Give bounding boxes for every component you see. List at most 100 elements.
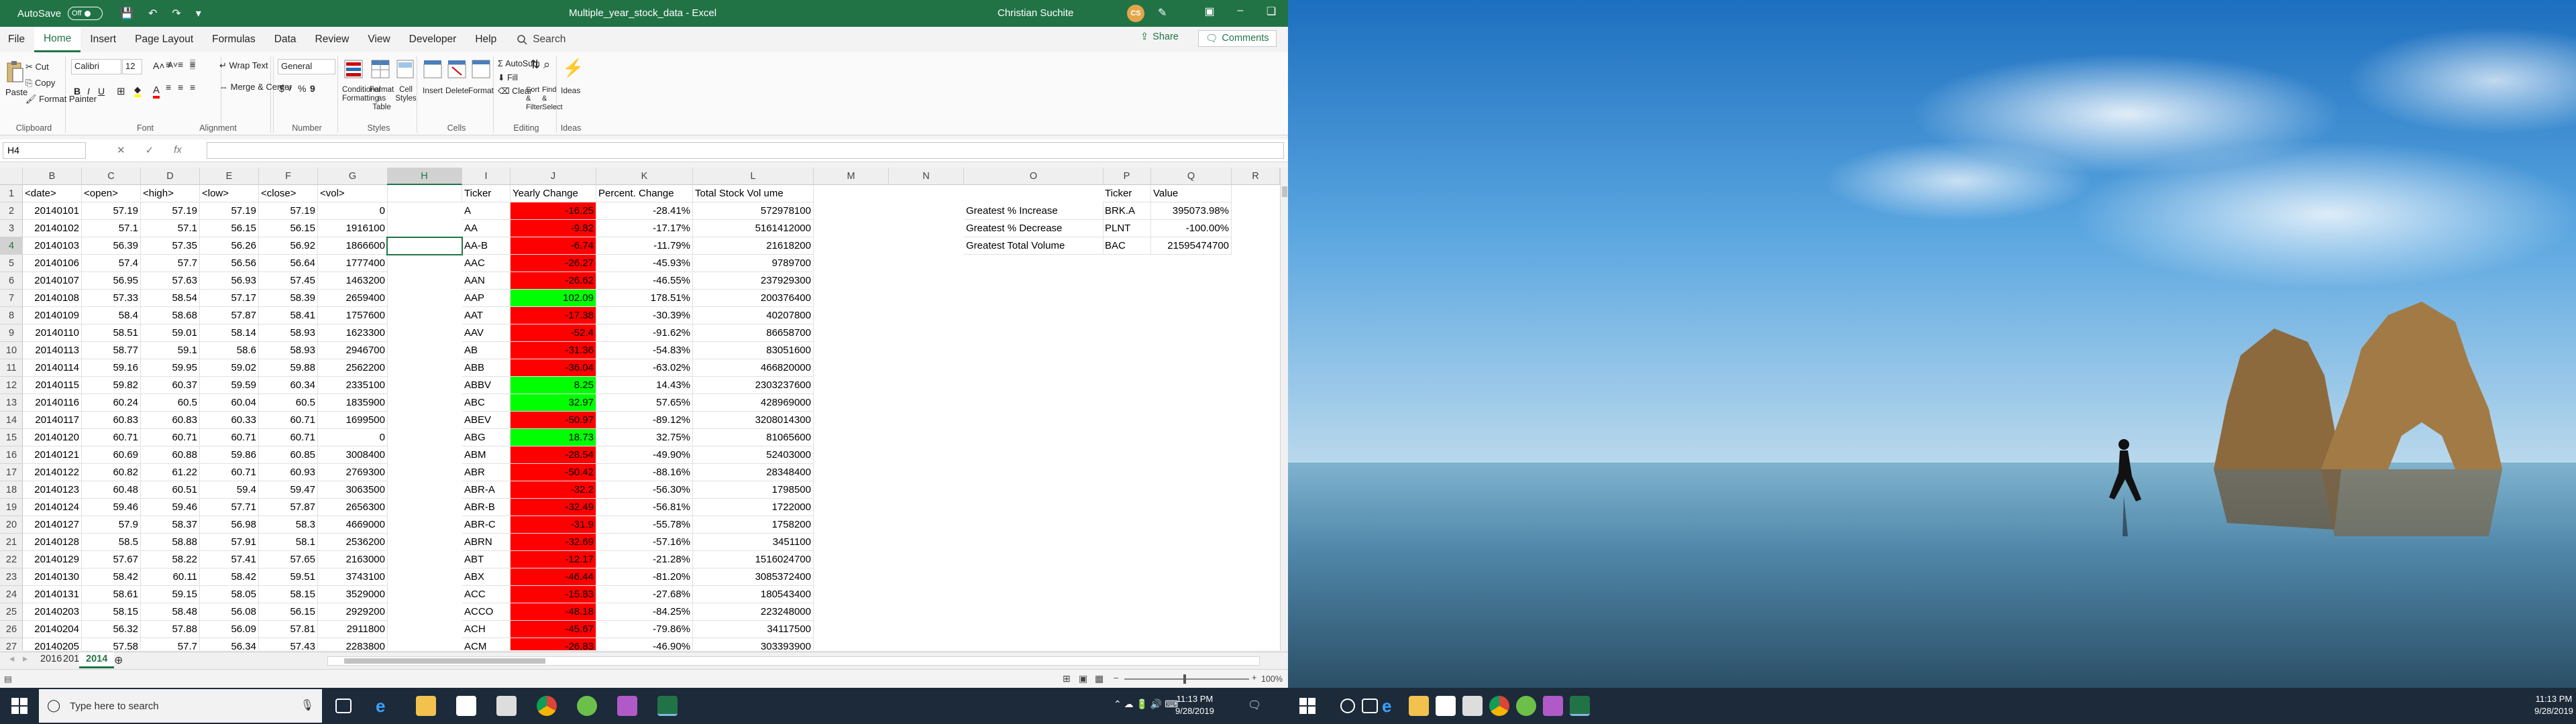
cell-j21[interactable]: -32.69 <box>511 534 596 551</box>
cell-k19[interactable]: -56.81% <box>596 499 693 516</box>
cell-e14[interactable]: 60.33 <box>200 412 259 429</box>
cell-f16[interactable]: 60.85 <box>259 446 318 464</box>
cell-e6[interactable]: 56.93 <box>200 272 259 290</box>
cell-f1[interactable]: <close> <box>259 185 318 202</box>
cell-e11[interactable]: 59.02 <box>200 359 259 377</box>
cell-f7[interactable]: 58.39 <box>259 290 318 307</box>
column-header-e[interactable]: E <box>200 168 259 185</box>
cell-d20[interactable]: 58.37 <box>141 516 200 534</box>
cell-k2[interactable]: -28.41% <box>596 202 693 220</box>
cell-k24[interactable]: -27.68% <box>596 586 693 603</box>
cell-k16[interactable]: -49.90% <box>596 446 693 464</box>
tab-formulas[interactable]: Formulas <box>203 27 265 52</box>
cell-e3[interactable]: 56.15 <box>200 220 259 237</box>
cell-i10[interactable]: AB <box>462 342 511 359</box>
cell-f18[interactable]: 59.47 <box>259 481 318 499</box>
cell-l10[interactable]: 83051600 <box>693 342 814 359</box>
tab-data[interactable]: Data <box>265 27 306 52</box>
row-header-17[interactable]: 17 <box>0 464 23 481</box>
cell-e25[interactable]: 56.08 <box>200 603 259 621</box>
cell-b12[interactable]: 20140115 <box>23 377 82 394</box>
cell-c4[interactable]: 56.39 <box>82 237 141 255</box>
cell-l5[interactable]: 9789700 <box>693 255 814 272</box>
cell-g3[interactable]: 1916100 <box>318 220 388 237</box>
cell-i21[interactable]: ABRN <box>462 534 511 551</box>
column-header-l[interactable]: L <box>693 168 814 185</box>
align-bottom-icon[interactable]: ≡ <box>190 59 196 70</box>
cell-l25[interactable]: 223248000 <box>693 603 814 621</box>
cell-l7[interactable]: 200376400 <box>693 290 814 307</box>
copy-button[interactable]: ⎘ Copy <box>25 78 55 88</box>
cell-b6[interactable]: 20140107 <box>23 272 82 290</box>
cell-f3[interactable]: 56.15 <box>259 220 318 237</box>
cell-c12[interactable]: 59.82 <box>82 377 141 394</box>
cell-l1[interactable]: Total Stock Vol ume <box>693 185 814 202</box>
cell-c10[interactable]: 58.77 <box>82 342 141 359</box>
delete-cells-icon[interactable] <box>447 59 471 83</box>
cell-d6[interactable]: 57.63 <box>141 272 200 290</box>
row-header-12[interactable]: 12 <box>0 377 23 394</box>
cell-i1[interactable]: Ticker <box>462 185 511 202</box>
start-icon-2[interactable] <box>1299 697 1316 715</box>
horizontal-scrollbar[interactable] <box>327 656 1260 666</box>
fill-color-button[interactable]: ◆ <box>134 84 141 97</box>
cell-g19[interactable]: 2656300 <box>318 499 388 516</box>
cell-d5[interactable]: 57.7 <box>141 255 200 272</box>
cell-j5[interactable]: -26.27 <box>511 255 596 272</box>
file-explorer-icon-2[interactable] <box>1409 696 1429 716</box>
cell-d22[interactable]: 58.22 <box>141 551 200 568</box>
cell-q2[interactable]: 395073.98% <box>1151 202 1232 220</box>
cell-c18[interactable]: 60.48 <box>82 481 141 499</box>
cell-g25[interactable]: 2929200 <box>318 603 388 621</box>
cell-e24[interactable]: 58.05 <box>200 586 259 603</box>
cell-l9[interactable]: 86658700 <box>693 324 814 342</box>
app-icon[interactable] <box>617 696 637 716</box>
row-header-2[interactable]: 2 <box>0 202 23 220</box>
cell-l11[interactable]: 466820000 <box>693 359 814 377</box>
cell-i14[interactable]: ABEV <box>462 412 511 429</box>
cell-b24[interactable]: 20140131 <box>23 586 82 603</box>
cell-f23[interactable]: 59.51 <box>259 568 318 586</box>
comma-icon[interactable]: 9 <box>310 83 315 94</box>
cell-j24[interactable]: -15.83 <box>511 586 596 603</box>
cell-o3[interactable]: Greatest % Decrease <box>964 220 1104 237</box>
cell-l3[interactable]: 5161412000 <box>693 220 814 237</box>
cell-e20[interactable]: 56.98 <box>200 516 259 534</box>
row-header-27[interactable]: 27 <box>0 638 23 650</box>
cell-d4[interactable]: 57.35 <box>141 237 200 255</box>
cell-j4[interactable]: -6.74 <box>511 237 596 255</box>
system-tray-icons[interactable]: ⌃ ☁ 🔋 🔊 ⌨ <box>1114 699 1178 710</box>
cell-g26[interactable]: 2911800 <box>318 621 388 638</box>
start-icon[interactable] <box>11 697 28 715</box>
underline-button[interactable]: U <box>98 86 105 97</box>
cell-l22[interactable]: 1516024700 <box>693 551 814 568</box>
cell-b4[interactable]: 20140103 <box>23 237 82 255</box>
cell-d21[interactable]: 58.88 <box>141 534 200 551</box>
row-header-4[interactable]: 4 <box>0 237 23 255</box>
cell-l27[interactable]: 303393900 <box>693 638 814 650</box>
cell-i24[interactable]: ACC <box>462 586 511 603</box>
cell-b17[interactable]: 20140122 <box>23 464 82 481</box>
conditional-formatting-button[interactable] <box>343 59 368 81</box>
cell-i6[interactable]: AAN <box>462 272 511 290</box>
font-size-box[interactable]: 12 <box>122 59 142 74</box>
cell-d19[interactable]: 59.46 <box>141 499 200 516</box>
autosave-toggle[interactable]: Off <box>68 7 103 20</box>
cell-l4[interactable]: 21618200 <box>693 237 814 255</box>
fill-button[interactable]: ⬇ Fill <box>498 72 518 82</box>
number-format-box[interactable]: General <box>278 59 335 74</box>
cell-e26[interactable]: 56.09 <box>200 621 259 638</box>
cell-d15[interactable]: 60.71 <box>141 429 200 446</box>
cell-i17[interactable]: ABR <box>462 464 511 481</box>
cell-k9[interactable]: -91.62% <box>596 324 693 342</box>
cell-c17[interactable]: 60.82 <box>82 464 141 481</box>
slack-icon[interactable] <box>577 696 597 716</box>
column-header-k[interactable]: K <box>596 168 693 185</box>
tab-page-layout[interactable]: Page Layout <box>125 27 203 52</box>
cell-l2[interactable]: 572978100 <box>693 202 814 220</box>
cell-d7[interactable]: 58.54 <box>141 290 200 307</box>
cell-d24[interactable]: 59.15 <box>141 586 200 603</box>
cell-g20[interactable]: 4669000 <box>318 516 388 534</box>
cell-c20[interactable]: 57.9 <box>82 516 141 534</box>
tab-help[interactable]: Help <box>466 27 506 52</box>
